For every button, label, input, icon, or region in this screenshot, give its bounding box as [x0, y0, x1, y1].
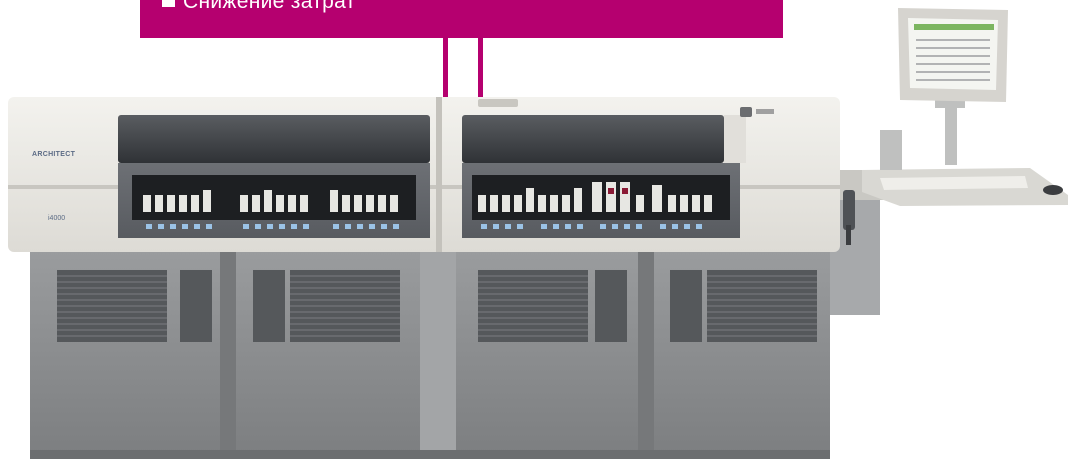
analyzer-photo — [8, 8, 1068, 459]
monitor-arm — [880, 95, 965, 170]
monitor — [898, 8, 1008, 102]
keyboard-tray — [862, 168, 1068, 206]
bullet-square-icon — [162, 0, 175, 7]
model-label: i4000 — [48, 215, 66, 222]
base-shadow — [30, 450, 830, 459]
brand-logo-text: ARCHITECT — [32, 151, 76, 158]
callout-connectors — [443, 36, 483, 98]
callout-label: Снижение затрат — [162, 0, 356, 14]
callout-banner: Снижение затрат — [140, 0, 783, 38]
callout-text: Снижение затрат — [183, 0, 356, 13]
